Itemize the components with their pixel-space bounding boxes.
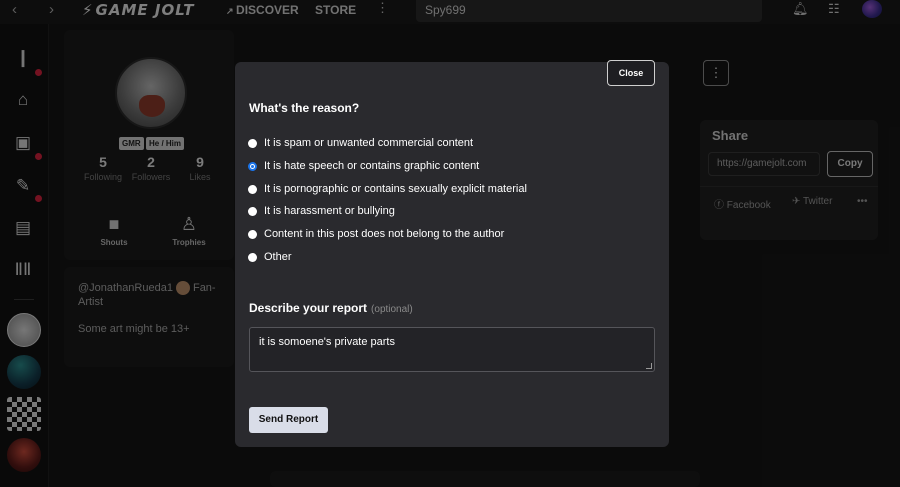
reason-option-explicit[interactable]: It is pornographic or contains sexually … bbox=[248, 181, 527, 197]
radio-button[interactable] bbox=[248, 206, 257, 216]
radio-button[interactable] bbox=[248, 229, 257, 239]
modal-title: What's the reason? bbox=[249, 101, 360, 115]
reason-option-hate-speech[interactable]: It is hate speech or contains graphic co… bbox=[248, 158, 479, 174]
reason-label: It is harassment or bullying bbox=[264, 205, 395, 217]
report-modal: Close What's the reason? It is spam or u… bbox=[235, 60, 669, 447]
optional-hint: (optional) bbox=[371, 304, 413, 315]
resize-handle-icon[interactable] bbox=[646, 363, 652, 369]
reason-option-not-author[interactable]: Content in this post does not belong to … bbox=[248, 226, 504, 242]
send-report-button[interactable]: Send Report bbox=[249, 407, 328, 433]
describe-label-text: Describe your report bbox=[249, 301, 368, 315]
reason-option-harassment[interactable]: It is harassment or bullying bbox=[248, 203, 395, 219]
describe-label: Describe your report (optional) bbox=[249, 301, 413, 315]
reason-label: It is hate speech or contains graphic co… bbox=[264, 160, 480, 172]
close-button[interactable]: Close bbox=[607, 60, 655, 86]
report-description-field[interactable]: it is somoene's private parts bbox=[249, 327, 655, 372]
reason-option-other[interactable]: Other bbox=[248, 249, 292, 265]
radio-button[interactable] bbox=[248, 138, 257, 148]
radio-button[interactable] bbox=[248, 184, 257, 194]
reason-label: Other bbox=[264, 251, 292, 263]
description-text: it is somoene's private parts bbox=[259, 336, 395, 348]
reason-label: Content in this post does not belong to … bbox=[264, 228, 505, 240]
radio-button-selected[interactable] bbox=[248, 161, 257, 171]
reason-label: It is pornographic or contains sexually … bbox=[264, 183, 527, 195]
reason-label: It is spam or unwanted commercial conten… bbox=[264, 137, 474, 149]
radio-button[interactable] bbox=[248, 252, 257, 262]
reason-option-spam[interactable]: It is spam or unwanted commercial conten… bbox=[248, 135, 473, 151]
